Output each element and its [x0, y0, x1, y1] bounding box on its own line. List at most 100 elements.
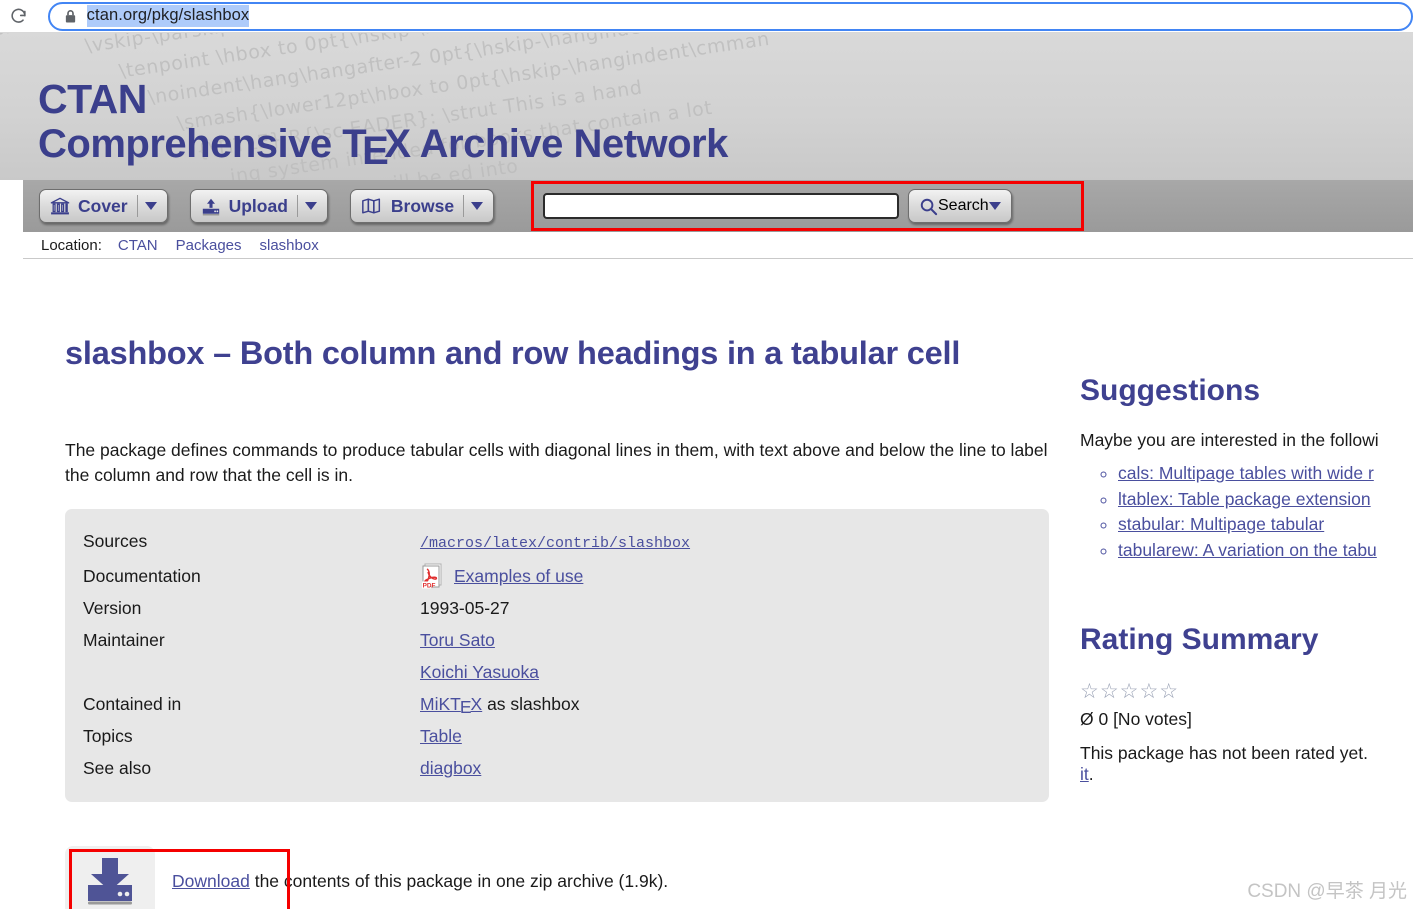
csdn-watermark: CSDN @早茶 月光: [1247, 881, 1407, 902]
maintainer-link-1[interactable]: Toru Sato: [420, 630, 495, 650]
logo-tagline: Comprehensive TEX Archive Network: [38, 121, 728, 173]
breadcrumb-item-packages[interactable]: Packages: [176, 237, 242, 254]
rating-note-link-row: it.: [1080, 764, 1413, 785]
topic-link[interactable]: Table: [420, 726, 462, 746]
download-button[interactable]: [65, 846, 155, 909]
download-link[interactable]: Download: [172, 871, 250, 891]
star-rating[interactable]: ☆☆☆☆☆: [1080, 679, 1413, 705]
url-text[interactable]: ctan.org/pkg/slashbox: [86, 5, 250, 27]
rating-note-tail: .: [1088, 764, 1094, 784]
chevron-down-icon[interactable]: [304, 202, 317, 210]
nav-divider: [136, 195, 138, 217]
see-also-link[interactable]: diagbox: [420, 758, 481, 778]
pdf-icon: PDF: [422, 563, 442, 590]
info-value: Table: [420, 720, 462, 752]
info-value: /macros/latex/contrib/slashbox: [420, 525, 690, 560]
page-viewport: {\hsize\parskip \vskip-\parskip \hang\ha…: [0, 33, 1413, 909]
logo-tagline-pre: Comprehensive T: [38, 122, 367, 166]
upload-icon: [202, 198, 219, 215]
suggestions-list: cals: Multipage tables with wide r ltabl…: [1080, 461, 1413, 563]
suggestion-link[interactable]: stabular: Multipage tabular: [1118, 514, 1324, 534]
nav-button-upload[interactable]: Upload: [189, 189, 328, 223]
sources-link[interactable]: /macros/latex/contrib/slashbox: [420, 535, 690, 552]
package-info-table: Sources /macros/latex/contrib/slashbox D…: [65, 509, 1049, 802]
info-key: Documentation: [83, 566, 201, 586]
nav-label-upload: Upload: [228, 195, 288, 216]
search-button[interactable]: Search: [908, 189, 1012, 223]
page-content: slashbox – Both column and row headings …: [23, 259, 1413, 909]
list-item[interactable]: stabular: Multipage tabular: [1118, 512, 1413, 538]
rating-heading: Rating Summary: [1080, 623, 1319, 656]
search-button-label: Search: [938, 197, 989, 214]
info-key: Topics: [83, 726, 133, 746]
svg-text:PDF: PDF: [423, 583, 436, 590]
watermark-line: {\hsize\parskip: [0, 33, 1413, 49]
site-logo[interactable]: CTAN Comprehensive TEX Archive Network: [38, 76, 728, 173]
chevron-down-icon[interactable]: [471, 202, 484, 210]
site-banner: {\hsize\parskip \vskip-\parskip \hang\ha…: [0, 33, 1413, 180]
info-value: MiKTEX as slashbox: [420, 688, 579, 720]
info-value: Toru Sato Koichi Yasuoka: [420, 624, 539, 688]
download-caption-text: the contents of this package in one zip …: [254, 870, 669, 891]
search-highlight-box: Search: [531, 181, 1084, 231]
download-icon: [88, 858, 132, 905]
address-bar[interactable]: ctan.org/pkg/slashbox: [47, 1, 1413, 31]
info-row-see-also: See also diagbox: [65, 752, 1049, 784]
nav-label-browse: Browse: [390, 195, 455, 216]
info-row-contained-in: Contained in MiKTEX as slashbox: [65, 688, 1049, 720]
bank-icon: [50, 197, 70, 214]
breadcrumb-item-ctan[interactable]: CTAN: [118, 237, 158, 254]
book-icon: [362, 198, 380, 214]
search-icon: [920, 198, 938, 215]
sidebar: Suggestions Maybe you are interested in …: [1080, 374, 1413, 785]
chevron-down-icon[interactable]: [144, 202, 157, 210]
download-caption: Download the contents of this package in…: [172, 871, 668, 892]
suggestions-intro: Maybe you are interested in the followi: [1080, 430, 1379, 450]
lock-icon: [64, 9, 77, 24]
nav-label-cover: Cover: [78, 195, 128, 216]
info-row-topics: Topics Table: [65, 720, 1049, 752]
suggestion-link[interactable]: ltablex: Table package extension: [1118, 489, 1371, 509]
reload-button[interactable]: [4, 1, 34, 31]
chevron-down-icon[interactable]: [988, 202, 1001, 210]
rating-note: This package has not been rated yet.: [1080, 743, 1413, 764]
info-key: Maintainer: [83, 630, 165, 650]
logo-ctan: CTAN: [38, 76, 147, 122]
breadcrumb-item-slashbox: slashbox: [259, 236, 319, 254]
package-main-column: slashbox – Both column and row headings …: [65, 335, 1065, 802]
nav-button-browse[interactable]: Browse: [349, 189, 495, 223]
watermark-line: \vskip-\parskip \hang\hangafter-2: [0, 33, 1413, 78]
nav-button-cover[interactable]: Cover: [39, 189, 168, 223]
info-key: Sources: [83, 531, 148, 551]
info-key: See also: [83, 758, 152, 778]
rating-note-text: This package has not been rated yet.: [1080, 743, 1368, 763]
list-item[interactable]: cals: Multipage tables with wide r: [1118, 461, 1413, 487]
rate-it-link[interactable]: it: [1080, 764, 1089, 784]
info-row-sources: Sources /macros/latex/contrib/slashbox: [65, 525, 1049, 560]
info-key: Contained in: [83, 694, 182, 714]
page-title: slashbox – Both column and row headings …: [65, 335, 961, 371]
breadcrumb: Location: CTAN Packages slashbox: [23, 232, 1413, 259]
info-row-maintainer: Maintainer Toru Sato Koichi Yasuoka: [65, 624, 1049, 688]
logo-tex-e: E: [362, 129, 389, 173]
main-nav: Cover Upload Browse Search: [23, 180, 1413, 232]
search-input[interactable]: [543, 193, 899, 219]
info-value: 1993-05-27: [420, 598, 510, 618]
breadcrumb-label: Location:: [41, 236, 102, 254]
suggestion-link[interactable]: cals: Multipage tables with wide r: [1118, 463, 1374, 483]
contained-in-suffix: as slashbox: [482, 694, 580, 714]
reload-icon: [11, 8, 26, 23]
navigation-area: Cover Upload Browse Search Location: CTA…: [0, 180, 1413, 259]
documentation-link[interactable]: Examples of use: [454, 560, 583, 592]
browser-toolbar: ctan.org/pkg/slashbox: [0, 0, 1413, 33]
suggestion-link[interactable]: tabularew: A variation on the tabu: [1118, 540, 1377, 560]
info-row-documentation: Documentation PDF Examples of use: [65, 560, 1049, 592]
info-value: diagbox: [420, 752, 481, 784]
list-item[interactable]: tabularew: A variation on the tabu: [1118, 538, 1413, 564]
list-item[interactable]: ltablex: Table package extension: [1118, 487, 1413, 513]
contained-in-link[interactable]: MiKTEX: [420, 694, 482, 717]
package-description: The package defines commands to produce …: [65, 440, 1048, 485]
info-key: Version: [83, 598, 142, 618]
rating-summary: Rating Summary ☆☆☆☆☆ Ø 0 [No votes] This…: [1080, 623, 1413, 785]
maintainer-link-2[interactable]: Koichi Yasuoka: [420, 662, 539, 682]
